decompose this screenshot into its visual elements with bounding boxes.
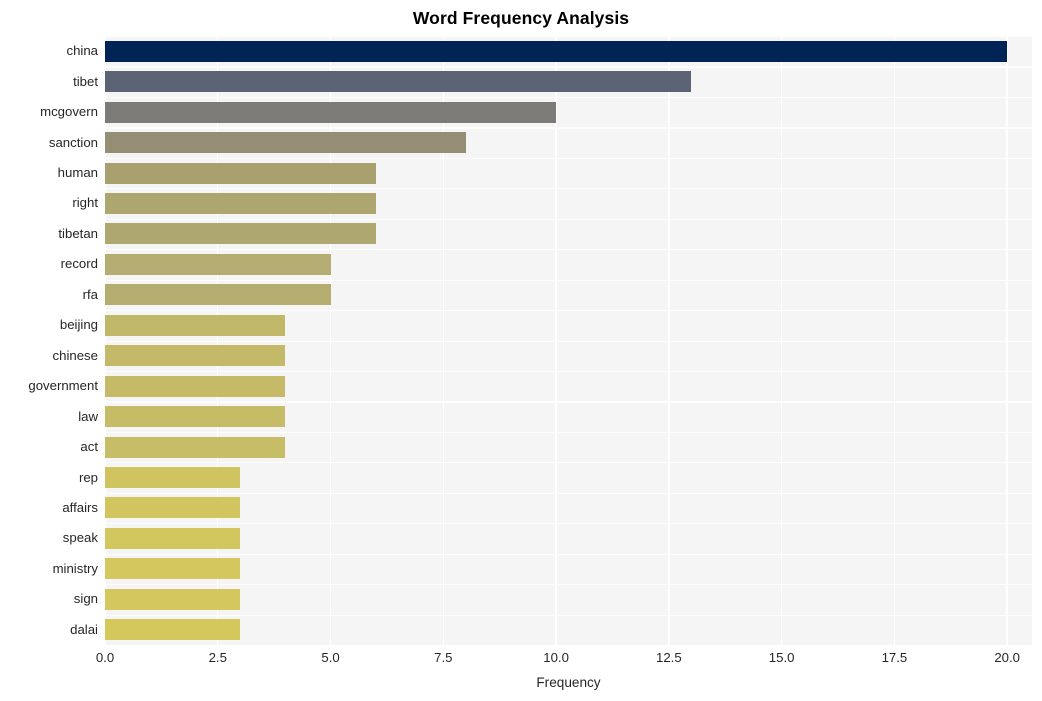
y-tick-label: act <box>80 439 98 455</box>
y-tick-label: speak <box>62 530 98 546</box>
x-tick-label: 15.0 <box>768 650 795 665</box>
y-tick-label: china <box>66 43 98 59</box>
gridline-vertical <box>780 36 783 645</box>
gridline-vertical <box>105 36 106 645</box>
y-tick-label: ministry <box>52 560 98 576</box>
x-tick-label: 0.0 <box>95 650 115 665</box>
y-tick-label: human <box>57 165 98 181</box>
y-tick-label: beijing <box>59 317 98 333</box>
bar[interactable] <box>105 253 331 275</box>
gridline-vertical <box>442 36 444 645</box>
bar[interactable] <box>105 467 241 489</box>
y-tick-label: government <box>28 378 98 394</box>
x-tick-label: 5.0 <box>321 650 340 665</box>
bar[interactable] <box>105 132 466 154</box>
x-axis-tick-labels: 0.0 2.5 5.0 7.5 10.0 12.5 15.0 17.5 20.0 <box>0 650 1042 670</box>
gridline-vertical <box>329 36 332 645</box>
x-tick-label: 2.5 <box>208 650 227 665</box>
bar[interactable] <box>105 71 692 93</box>
bar[interactable] <box>105 192 376 214</box>
gridline-vertical <box>668 36 670 645</box>
bar[interactable] <box>105 345 286 367</box>
y-tick-label: dalai <box>70 621 98 637</box>
x-tick-label: 12.5 <box>656 650 682 665</box>
bar[interactable] <box>105 284 331 306</box>
y-tick-label: mcgovern <box>40 104 98 120</box>
bar[interactable] <box>105 436 286 458</box>
chart-title: Word Frequency Analysis <box>412 8 630 28</box>
gridline-vertical <box>217 36 219 645</box>
y-axis-tick-labels: china tibet mcgovern sanction human right tibe… <box>0 36 98 645</box>
bar[interactable] <box>105 497 241 519</box>
y-tick-label: tibetan <box>58 225 98 241</box>
plot-area <box>105 36 1032 645</box>
bar[interactable] <box>105 223 376 245</box>
bar[interactable] <box>105 527 241 549</box>
bar[interactable] <box>105 314 286 336</box>
x-tick-label: 20.0 <box>994 650 1021 665</box>
bar[interactable] <box>105 406 286 428</box>
bar[interactable] <box>105 101 557 123</box>
y-tick-label: right <box>72 195 98 211</box>
y-tick-label: affairs <box>62 499 98 515</box>
x-axis-label: Frequency <box>536 675 601 690</box>
y-tick-label: sign <box>73 591 98 607</box>
gridline-vertical <box>555 36 557 645</box>
x-tick-label: 17.5 <box>881 650 908 665</box>
bar[interactable] <box>105 162 376 184</box>
y-tick-label: sanction <box>48 134 98 150</box>
bar[interactable] <box>105 558 241 580</box>
y-tick-label: chinese <box>52 347 98 363</box>
y-tick-label: tibet <box>73 73 98 89</box>
bar[interactable] <box>105 40 1008 62</box>
y-tick-label: rfa <box>82 286 98 302</box>
bar[interactable] <box>105 619 241 641</box>
y-tick-label: record <box>60 256 98 272</box>
chart-figure: Word Frequency Analysis china tibet mcgove… <box>0 0 1042 701</box>
gridline-vertical <box>893 36 896 645</box>
gridline-vertical <box>1006 36 1008 645</box>
bar[interactable] <box>105 375 286 397</box>
x-tick-label: 7.5 <box>434 650 453 665</box>
bar[interactable] <box>105 588 241 610</box>
y-tick-label: law <box>78 408 98 424</box>
x-tick-label: 10.0 <box>543 650 569 665</box>
y-tick-label: rep <box>78 469 98 485</box>
